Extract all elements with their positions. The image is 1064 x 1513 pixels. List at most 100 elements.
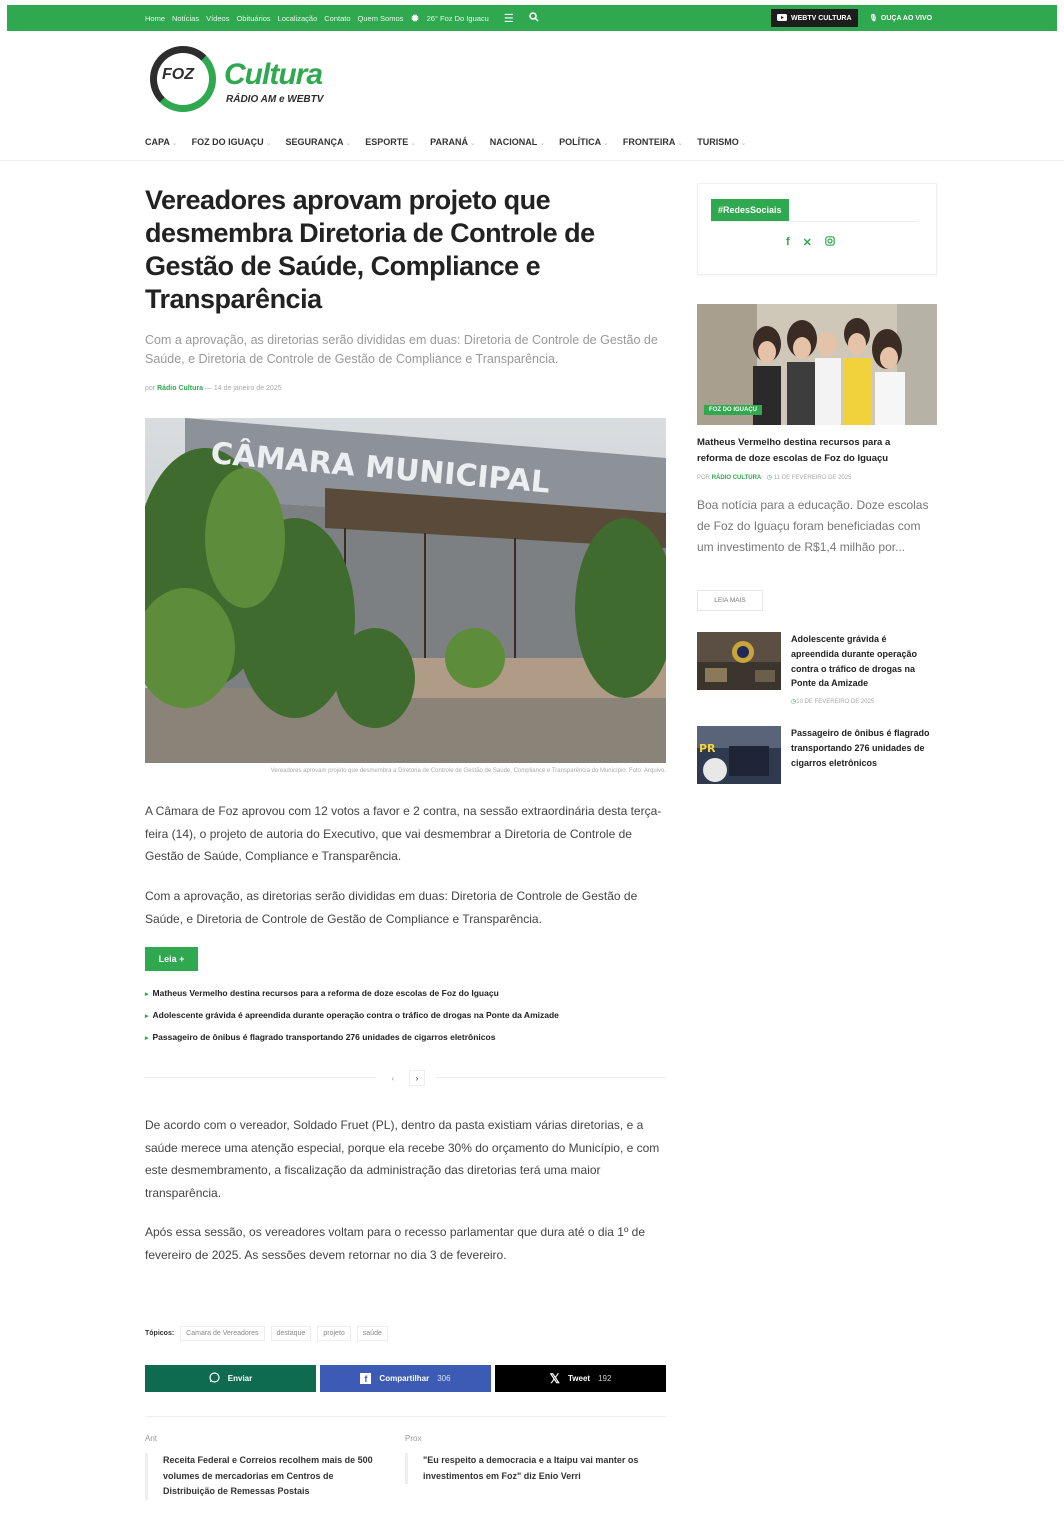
small-post-thumb-1[interactable] <box>697 632 781 690</box>
x-share-button[interactable]: 𝕏 Tweet 192 <box>495 1365 666 1392</box>
byline-prefix: por <box>145 385 156 392</box>
whatsapp-icon <box>209 1372 220 1385</box>
featured-date: 11 DE FEVEREIRO DE 2025 <box>773 475 852 481</box>
leia-mais-button[interactable]: Leia + <box>145 947 198 971</box>
article-paragraph-2: Com a aprovação, as diretorias serão div… <box>145 889 638 926</box>
top-link-quem-somos[interactable]: Quem Somos <box>358 14 404 23</box>
nav-item-nacional[interactable]: NACIONAL <box>490 137 545 147</box>
pager-line-left <box>145 1077 375 1078</box>
article-subtitle: Com a aprovação, as diretorias serão div… <box>145 333 658 366</box>
social-widget: #RedesSociais f ✕ <box>697 183 937 275</box>
social-header: #RedesSociais <box>711 199 789 221</box>
nav-item-esporte[interactable]: ESPORTE <box>365 137 416 147</box>
nav-item-parana[interactable]: PARANÁ <box>430 137 476 147</box>
top-link-contato[interactable]: Contato <box>324 14 350 23</box>
related-link-1[interactable]: Matheus Vermelho destina recursos para a… <box>145 986 559 1008</box>
top-link-obituarios[interactable]: Obituários <box>236 14 270 23</box>
nav-item-foz[interactable]: FOZ DO IGUAÇU <box>192 137 272 147</box>
small-post-thumb-2[interactable]: PR <box>697 726 781 784</box>
whatsapp-label: Enviar <box>227 1374 253 1383</box>
top-link-localizacao[interactable]: Localização <box>278 14 318 23</box>
article-paragraph-3: De acordo com o vereador, Soldado Fruet … <box>145 1118 660 1200</box>
next-label: Prox <box>405 1434 422 1443</box>
topics-label: Tópicos: <box>145 1330 175 1337</box>
facebook-icon[interactable]: f <box>786 236 790 249</box>
prevnext-divider <box>145 1416 666 1417</box>
facebook-label: Compartilhar <box>379 1374 430 1383</box>
next-article-link[interactable]: "Eu respeito a democracia e a Itaipu vai… <box>405 1453 645 1484</box>
topics-bar: Tópicos: Camara de Vereadores destaque p… <box>145 1326 388 1341</box>
small-post-title-2[interactable]: Passageiro de ônibus é flagrado transpor… <box>791 726 931 770</box>
top-link-videos[interactable]: Vídeos <box>206 14 229 23</box>
svg-text:PR: PR <box>699 742 716 755</box>
microphone-icon: 🎙 <box>869 15 878 22</box>
logo-name: Cultura <box>224 58 323 91</box>
social-icons: f ✕ <box>786 236 835 249</box>
article-paragraph-4: Após essa sessão, os vereadores voltam p… <box>145 1225 646 1262</box>
nav-item-fronteira[interactable]: FRONTEIRA <box>623 137 683 147</box>
prev-article-link[interactable]: Receita Federal e Correios recolhem mais… <box>145 1453 385 1500</box>
article-date: 14 de janeiro de 2025 <box>213 385 282 392</box>
article-byline: por Rádio Cultura — 14 de janeiro de 202… <box>145 385 282 392</box>
x-icon: 𝕏 <box>549 1370 561 1386</box>
featured-by: POR <box>697 475 711 481</box>
clock-icon: ◷ <box>766 475 773 481</box>
related-link-2[interactable]: Adolescente grávida é apreendida durante… <box>145 1008 559 1030</box>
listen-live-label: OUÇA AO VIVO <box>880 14 933 22</box>
author-link[interactable]: Rádio Cultura <box>157 385 203 392</box>
main-nav: CAPA FOZ DO IGUAÇU SEGURANÇA ESPORTE PAR… <box>145 137 747 147</box>
webtv-label: WEBTV CULTURA <box>791 14 852 22</box>
facebook-icon: f <box>360 1373 372 1384</box>
photo-caption: Vereadores aprovam projeto que desmembra… <box>270 768 666 774</box>
topic-tag[interactable]: destaque <box>270 1326 312 1341</box>
youtube-icon <box>777 13 787 23</box>
top-nav: Home Notícias Vídeos Obituários Localiza… <box>145 5 539 31</box>
x-icon[interactable]: ✕ <box>803 236 812 249</box>
x-count: 192 <box>598 1374 612 1383</box>
top-link-home[interactable]: Home <box>145 14 165 23</box>
menu-icon[interactable]: ☰ <box>504 12 514 25</box>
facebook-count: 306 <box>437 1374 451 1383</box>
featured-category-badge[interactable]: FOZ DO IGUAÇU <box>704 405 762 415</box>
webtv-button[interactable]: WEBTV CULTURA <box>771 9 858 27</box>
article-photo: CÂMARA MUNICIPAL <box>145 418 666 763</box>
featured-meta: POR RÁDIO CULTURA ◷ 11 DE FEVEREIRO DE 2… <box>697 474 851 481</box>
byline-sep: — <box>204 385 214 392</box>
topic-tag[interactable]: projeto <box>317 1326 351 1341</box>
social-header-line <box>711 221 918 222</box>
nav-item-seguranca[interactable]: SEGURANÇA <box>285 137 351 147</box>
facebook-share-button[interactable]: f Compartilhar 306 <box>320 1365 491 1392</box>
pager-line-right <box>436 1077 666 1078</box>
instagram-icon[interactable] <box>825 236 835 249</box>
logo-tagline: RÁDIO AM e WEBTV <box>226 94 324 105</box>
article-paragraph-1: A Câmara de Foz aprovou com 12 votos a f… <box>145 804 662 863</box>
whatsapp-share-button[interactable]: Enviar <box>145 1365 316 1392</box>
prev-label: Ant <box>145 1434 158 1443</box>
topic-tag[interactable]: saúde <box>356 1326 388 1341</box>
logo-foz: FOZ <box>162 66 194 83</box>
sun-icon: ✹ <box>410 12 420 25</box>
read-more-button[interactable]: LEIA MAIS <box>697 590 763 611</box>
search-icon[interactable] <box>528 11 539 25</box>
nav-item-capa[interactable]: CAPA <box>145 137 178 147</box>
featured-title[interactable]: Matheus Vermelho destina recursos para a… <box>697 435 922 466</box>
header-divider <box>0 160 1064 161</box>
weather-text: 26° Foz Do Iguacu <box>426 13 489 23</box>
pager-next-button[interactable]: › <box>409 1070 425 1086</box>
site-logo[interactable]: FOZ Cultura RÁDIO AM e WEBTV <box>146 44 356 116</box>
top-link-noticias[interactable]: Notícias <box>172 14 199 23</box>
x-label: Tweet <box>568 1374 591 1383</box>
small-post-title-1[interactable]: Adolescente grávida é apreendida durante… <box>791 632 931 691</box>
nav-item-politica[interactable]: POLÍTICA <box>559 137 609 147</box>
topic-tag[interactable]: Camara de Vereadores <box>180 1326 265 1341</box>
pager-prev-button[interactable]: ‹ <box>385 1070 401 1086</box>
featured-excerpt: Boa notícia para a educação. Doze escola… <box>697 498 929 554</box>
featured-author[interactable]: RÁDIO CULTURA <box>712 475 762 481</box>
small-post-date-1: 10 DE FEVEREIRO DE 2025 <box>791 698 874 705</box>
related-pager: ‹ › <box>145 1070 666 1086</box>
related-links: Matheus Vermelho destina recursos para a… <box>145 986 559 1052</box>
related-link-3[interactable]: Passageiro de ônibus é flagrado transpor… <box>145 1030 559 1052</box>
listen-live-button[interactable]: 🎙 OUÇA AO VIVO <box>869 9 932 27</box>
article-title: Vereadores aprovam projeto que desmembra… <box>145 185 595 314</box>
nav-item-turismo[interactable]: TURISMO <box>697 137 746 147</box>
